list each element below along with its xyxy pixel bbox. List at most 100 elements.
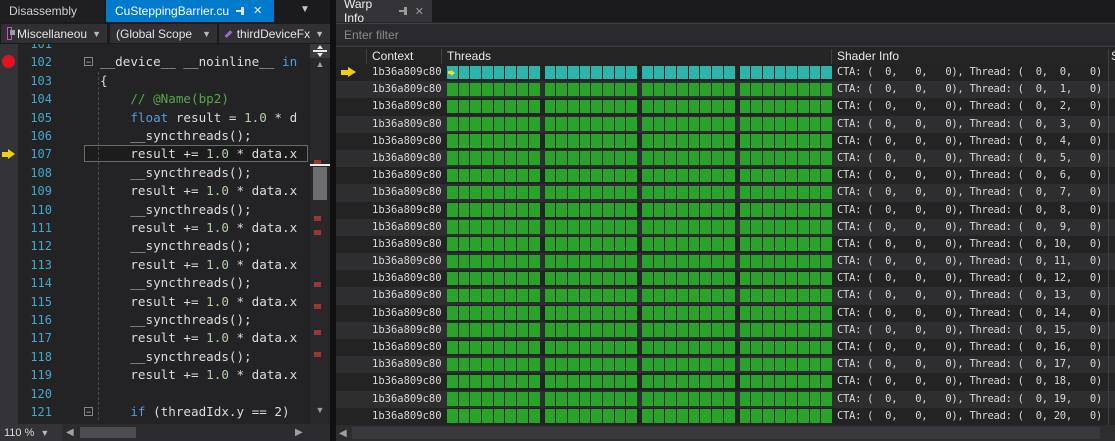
thread-cell[interactable] xyxy=(798,409,809,423)
pin-icon[interactable] xyxy=(236,6,246,16)
thread-cell[interactable] xyxy=(529,358,540,372)
thread-cell[interactable] xyxy=(603,255,614,269)
thread-cell[interactable] xyxy=(470,306,481,320)
warp-row[interactable]: 1b36a809c80CTA: ( 0, 0, 0), Thread: ( 0,… xyxy=(336,167,1115,184)
thread-cell[interactable] xyxy=(786,272,797,286)
thread-cell[interactable] xyxy=(786,220,797,234)
thread-cell[interactable] xyxy=(677,237,688,251)
thread-cell[interactable] xyxy=(545,203,556,217)
thread-cell[interactable] xyxy=(591,169,602,183)
thread-cell[interactable] xyxy=(626,358,637,372)
thread-cell[interactable] xyxy=(712,169,723,183)
thread-cell[interactable] xyxy=(786,66,797,80)
thread-cell[interactable] xyxy=(470,134,481,148)
split-editor-handle[interactable] xyxy=(310,44,330,58)
thread-cell[interactable] xyxy=(689,409,700,423)
thread-cell[interactable] xyxy=(700,289,711,303)
code-line[interactable]: 116 __syncthreads(); xyxy=(0,311,310,329)
thread-cell[interactable] xyxy=(447,237,458,251)
thread-cell[interactable] xyxy=(470,83,481,97)
thread-cell[interactable] xyxy=(798,169,809,183)
thread-cell[interactable] xyxy=(798,100,809,114)
thread-cell[interactable] xyxy=(642,341,653,355)
thread-cell[interactable] xyxy=(677,341,688,355)
thread-cell[interactable] xyxy=(689,392,700,406)
thread-cell[interactable] xyxy=(482,83,493,97)
tab-disassembly[interactable]: Disassembly xyxy=(0,0,104,22)
thread-cell[interactable] xyxy=(494,186,505,200)
thread-cell[interactable] xyxy=(751,134,762,148)
thread-cell[interactable] xyxy=(626,375,637,389)
thread-cell[interactable] xyxy=(798,323,809,337)
thread-cell[interactable] xyxy=(505,409,516,423)
thread-cell[interactable] xyxy=(677,272,688,286)
thread-cell[interactable] xyxy=(517,117,528,131)
thread-cell[interactable] xyxy=(459,100,470,114)
thread-cell[interactable] xyxy=(517,272,528,286)
thread-cell[interactable] xyxy=(615,117,626,131)
thread-cell[interactable] xyxy=(642,66,653,80)
thread-cell[interactable] xyxy=(763,358,774,372)
thread-cell[interactable] xyxy=(712,117,723,131)
thread-cell[interactable] xyxy=(798,220,809,234)
thread-cell[interactable] xyxy=(810,255,821,269)
thread-cell[interactable] xyxy=(545,186,556,200)
thread-cell[interactable] xyxy=(665,323,676,337)
thread-cell[interactable] xyxy=(689,134,700,148)
thread-cell[interactable] xyxy=(654,83,665,97)
thread-cell[interactable] xyxy=(665,186,676,200)
thread-cell[interactable] xyxy=(505,66,516,80)
thread-cell[interactable] xyxy=(654,186,665,200)
thread-cell[interactable] xyxy=(763,169,774,183)
thread-cell[interactable] xyxy=(529,306,540,320)
thread-cell[interactable] xyxy=(821,237,832,251)
thread-cell[interactable] xyxy=(665,409,676,423)
thread-cell[interactable] xyxy=(529,255,540,269)
thread-cell[interactable] xyxy=(751,255,762,269)
thread-cell[interactable] xyxy=(545,83,556,97)
thread-cell[interactable] xyxy=(470,66,481,80)
thread-cell[interactable] xyxy=(545,169,556,183)
thread-cell[interactable] xyxy=(517,409,528,423)
thread-cell[interactable] xyxy=(459,151,470,165)
thread-cell[interactable] xyxy=(580,306,591,320)
thread-cell[interactable] xyxy=(591,186,602,200)
thread-cell[interactable] xyxy=(459,117,470,131)
thread-cell[interactable] xyxy=(665,117,676,131)
thread-cell[interactable] xyxy=(677,289,688,303)
thread-cell[interactable] xyxy=(775,66,786,80)
thread-cell[interactable] xyxy=(482,289,493,303)
thread-cell[interactable] xyxy=(654,255,665,269)
thread-cell[interactable] xyxy=(556,186,567,200)
thread-cell[interactable] xyxy=(751,169,762,183)
thread-cell[interactable] xyxy=(740,375,751,389)
thread-cell[interactable] xyxy=(482,100,493,114)
thread-cell[interactable] xyxy=(724,83,735,97)
thread-cell[interactable] xyxy=(642,186,653,200)
thread-cell[interactable] xyxy=(798,186,809,200)
thread-cell[interactable] xyxy=(603,100,614,114)
thread-cell[interactable] xyxy=(517,66,528,80)
warp-row[interactable]: 1b36a809c80CTA: ( 0, 0, 0), Thread: ( 0,… xyxy=(336,98,1115,115)
thread-cell[interactable] xyxy=(556,409,567,423)
thread-cell[interactable] xyxy=(665,341,676,355)
warp-row[interactable]: 1b36a809c80CTA: ( 0, 0, 0), Thread: ( 0,… xyxy=(336,150,1115,167)
thread-cell[interactable] xyxy=(642,134,653,148)
thread-cell[interactable] xyxy=(556,66,567,80)
thread-cell[interactable] xyxy=(724,220,735,234)
thread-cell[interactable] xyxy=(470,289,481,303)
thread-cell[interactable] xyxy=(545,323,556,337)
thread-cell[interactable] xyxy=(689,117,700,131)
warp-row[interactable]: 1b36a809c80CTA: ( 0, 0, 0), Thread: ( 0,… xyxy=(336,64,1115,81)
thread-cell[interactable] xyxy=(821,100,832,114)
thread-cell[interactable] xyxy=(724,289,735,303)
thread-cell[interactable] xyxy=(724,186,735,200)
thread-cell[interactable] xyxy=(712,220,723,234)
thread-cell[interactable] xyxy=(615,375,626,389)
thread-cell[interactable] xyxy=(470,392,481,406)
thread-cell[interactable] xyxy=(615,66,626,80)
thread-cell[interactable] xyxy=(568,186,579,200)
thread-cell[interactable] xyxy=(642,151,653,165)
thread-cell[interactable] xyxy=(798,392,809,406)
thread-cell[interactable] xyxy=(626,169,637,183)
